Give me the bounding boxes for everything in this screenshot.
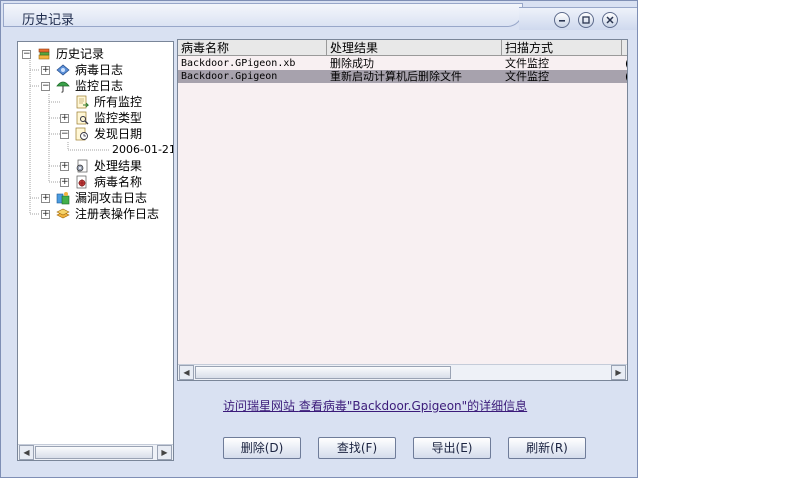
link-bar: 访问瑞星网站 查看病毒"Backdoor.Gpigeon"的详细信息 bbox=[223, 397, 527, 414]
tree-item-monitor-type[interactable]: 监控类型 bbox=[94, 110, 142, 126]
scroll-left-icon[interactable]: ◀ bbox=[179, 365, 194, 380]
scroll-right-icon[interactable]: ▶ bbox=[157, 445, 172, 460]
restore-icon[interactable] bbox=[578, 12, 594, 28]
find-button[interactable]: 查找(F) bbox=[318, 437, 396, 459]
tree-item-all-monitor[interactable]: 所有监控 bbox=[94, 94, 142, 110]
column-header-scan-method[interactable]: 扫描方式 bbox=[502, 40, 622, 56]
table-row-selected[interactable]: Backdoor.Gpigeon 重新启动计算机后删除文件 文件监控 ( bbox=[178, 70, 627, 83]
scroll-right-icon[interactable]: ▶ bbox=[611, 365, 626, 380]
visit-rising-site-link[interactable]: 访问瑞星网站 bbox=[223, 399, 295, 413]
tree-item-virus-log[interactable]: 病毒日志 bbox=[75, 62, 123, 78]
umbrella-icon bbox=[56, 81, 70, 93]
document-clock-icon bbox=[75, 127, 88, 141]
view-virus-details-link[interactable]: 查看病毒"Backdoor.Gpigeon"的详细信息 bbox=[299, 399, 527, 413]
cell-extra: ( bbox=[622, 70, 627, 83]
collapse-found-date-toggle[interactable]: − bbox=[60, 130, 69, 139]
document-virus-icon bbox=[76, 175, 87, 189]
document-gear-icon bbox=[76, 159, 88, 173]
cell-scan-method: 文件监控 bbox=[505, 57, 549, 70]
cell-extra: ( bbox=[622, 57, 627, 70]
title-bar[interactable]: 历史记录 bbox=[1, 1, 639, 31]
tree-horizontal-scrollbar[interactable]: ◀ ▶ bbox=[18, 444, 173, 460]
expand-registry-log-toggle[interactable]: + bbox=[41, 210, 50, 219]
list-scroll-thumb[interactable] bbox=[195, 366, 451, 379]
document-arrow-icon bbox=[76, 95, 89, 109]
refresh-button[interactable]: 刷新(R) bbox=[508, 437, 586, 459]
cell-result: 重新启动计算机后删除文件 bbox=[330, 70, 462, 83]
log-tree[interactable]: − 历史记录 + 病毒日志 − 监控日志 所有监控 + 监控类型 − 发现日期 … bbox=[17, 41, 174, 461]
close-icon[interactable] bbox=[602, 12, 618, 28]
title-tab: 历史记录 bbox=[3, 3, 523, 28]
minimize-icon[interactable] bbox=[554, 12, 570, 28]
tree-item-date-2006-01-21[interactable]: 2006-01-21 bbox=[112, 142, 173, 158]
scroll-left-icon[interactable]: ◀ bbox=[19, 445, 34, 460]
export-button[interactable]: 导出(E) bbox=[413, 437, 491, 459]
cell-scan-method: 文件监控 bbox=[505, 70, 549, 83]
tree-item-found-date[interactable]: 发现日期 bbox=[94, 126, 142, 142]
collapse-root-toggle[interactable]: − bbox=[22, 50, 31, 59]
history-window: 历史记录 − 历史记录 + 病毒日志 − 监控日志 所有监控 + 监控类型 − … bbox=[0, 0, 638, 478]
exploit-attack-icon bbox=[56, 192, 70, 205]
window-title: 历史记录 bbox=[22, 13, 75, 28]
registry-blocks-icon bbox=[56, 208, 70, 219]
expand-monitor-type-toggle[interactable]: + bbox=[60, 114, 69, 123]
tree-item-exploit-log[interactable]: 漏洞攻击日志 bbox=[75, 190, 147, 206]
column-header-result[interactable]: 处理结果 bbox=[327, 40, 502, 56]
expand-exploit-log-toggle[interactable]: + bbox=[41, 194, 50, 203]
tree-item-virus-name[interactable]: 病毒名称 bbox=[94, 174, 142, 190]
tree-item-history[interactable]: 历史记录 bbox=[56, 46, 104, 62]
cell-virus-name: Backdoor.Gpigeon bbox=[181, 71, 278, 82]
history-books-icon bbox=[38, 48, 50, 60]
column-header-virus-name[interactable]: 病毒名称 bbox=[178, 40, 327, 56]
expand-result-toggle[interactable]: + bbox=[60, 162, 69, 171]
expand-virus-log-toggle[interactable]: + bbox=[41, 66, 50, 75]
collapse-monitor-log-toggle[interactable]: − bbox=[41, 82, 50, 91]
table-row[interactable]: Backdoor.GPigeon.xb 删除成功 文件监控 ( bbox=[178, 57, 627, 70]
tree-scroll-thumb[interactable] bbox=[35, 446, 153, 459]
log-list[interactable]: 病毒名称 处理结果 扫描方式 Backdoor.GPigeon.xb 删除成功 … bbox=[177, 39, 628, 381]
list-horizontal-scrollbar[interactable]: ◀ ▶ bbox=[178, 364, 627, 380]
virus-log-icon bbox=[56, 64, 70, 76]
tree-item-monitor-log[interactable]: 监控日志 bbox=[75, 78, 123, 94]
tree-item-result[interactable]: 处理结果 bbox=[94, 158, 142, 174]
delete-button[interactable]: 删除(D) bbox=[223, 437, 301, 459]
tree-item-registry-log[interactable]: 注册表操作日志 bbox=[75, 206, 159, 222]
column-header-extra[interactable] bbox=[622, 40, 627, 56]
expand-virus-name-toggle[interactable]: + bbox=[60, 178, 69, 187]
cell-result: 删除成功 bbox=[330, 57, 374, 70]
document-search-icon bbox=[76, 111, 89, 125]
cell-virus-name: Backdoor.GPigeon.xb bbox=[181, 58, 296, 69]
